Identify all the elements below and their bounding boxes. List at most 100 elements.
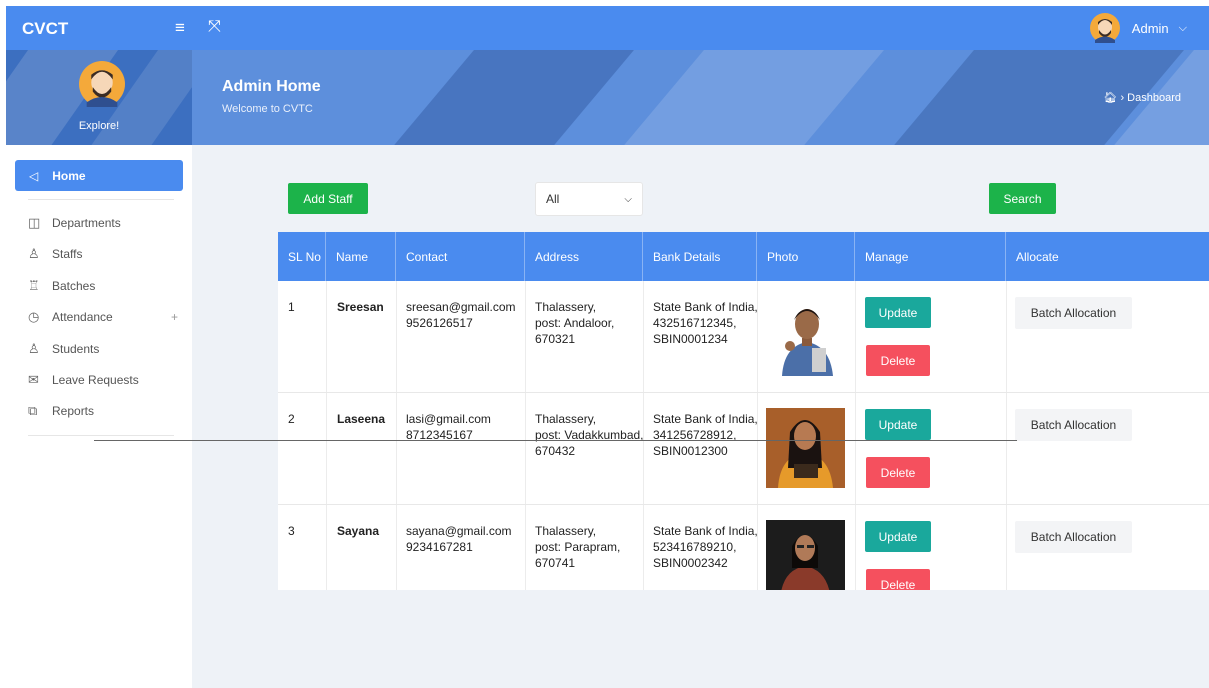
filter-value: All (546, 192, 560, 206)
address-line: 670321 (535, 332, 576, 346)
sidebar-item-departments[interactable]: ◫ Departments (28, 213, 178, 233)
main-content: Add Staff All ⌵ Search SL No Name Contac… (192, 145, 1209, 688)
col-bank-details: Bank Details (643, 232, 757, 281)
breadcrumb-separator: › (1120, 92, 1125, 104)
sidebar-item-label: Staffs (52, 247, 83, 261)
col-sl-no: SL No (278, 232, 326, 281)
sl-no: 1 (288, 300, 295, 314)
col-name: Name (326, 232, 396, 281)
sidebar-item-label: Leave Requests (52, 373, 139, 387)
user-icon: ♙ (28, 341, 40, 356)
address-line: Thalassery, (535, 524, 597, 538)
chevron-down-icon: ⌵ (1178, 21, 1187, 34)
sl-no: 2 (288, 412, 295, 426)
staff-name: Sayana (337, 524, 380, 538)
sidebar-item-label: Home (52, 168, 86, 183)
clock-icon: ◷ (28, 309, 40, 324)
address-line: Thalassery, (535, 412, 597, 426)
batch-allocation-button[interactable]: Batch Allocation (1015, 297, 1132, 329)
profile-avatar-icon (79, 61, 125, 107)
user-icon: ♙ (28, 246, 40, 261)
col-allocate: Allocate (1016, 249, 1059, 264)
bank-line: State Bank of India, (653, 524, 758, 538)
user-menu[interactable]: Admin ⌵ (1089, 13, 1187, 43)
mail-icon: ✉ (28, 372, 39, 387)
sidebar-item-label: Students (52, 342, 100, 356)
home-icon[interactable]: 🏠︎ (1103, 92, 1117, 104)
chevron-down-icon: ⌵ (624, 193, 632, 205)
sidebar-profile: Explore! (6, 50, 192, 145)
staff-name: Sreesan (337, 300, 384, 314)
expand-icon[interactable]: + (171, 310, 178, 324)
staff-photo (766, 520, 845, 590)
col-address: Address (525, 232, 643, 281)
col-photo: Photo (757, 232, 855, 281)
table-bottom-border (94, 440, 1017, 441)
breadcrumb: 🏠︎ › Dashboard (1103, 91, 1181, 104)
batch-allocation-button[interactable]: Batch Allocation (1015, 521, 1132, 553)
fullscreen-icon[interactable]: ⤧ (208, 18, 221, 36)
search-button[interactable]: Search (989, 183, 1056, 214)
sidebar: ◁ Home ◫ Departments ♙ Staffs ♖ Batches … (6, 145, 192, 688)
col-manage: Manage (855, 232, 1006, 281)
staff-phone: 9526126517 (406, 316, 473, 330)
batch-allocation-button[interactable]: Batch Allocation (1015, 409, 1132, 441)
bank-line: State Bank of India, (653, 412, 758, 426)
sidebar-item-label: Attendance (52, 310, 113, 324)
divider (28, 435, 174, 436)
staff-photo (768, 296, 847, 376)
bank-line: State Bank of India, (653, 300, 758, 314)
explore-label[interactable]: Explore! (6, 120, 192, 132)
layout-icon: ◫ (28, 215, 41, 230)
divider (28, 199, 174, 200)
page-header: Admin Home Welcome to CVTC 🏠︎ › Dashboar… (192, 50, 1209, 145)
sidebar-item-home[interactable]: ◁ Home (15, 160, 183, 191)
sidebar-item-attendance[interactable]: ◷ Attendance + (28, 307, 178, 327)
update-button[interactable]: Update (865, 297, 931, 328)
table-row: 2 Laseena lasi@gmail.com 8712345167 Thal… (278, 393, 1209, 505)
sidebar-item-label: Reports (52, 404, 95, 418)
sidebar-item-reports[interactable]: ⧉ Reports (28, 401, 178, 421)
sidebar-item-leave-requests[interactable]: ✉ Leave Requests (28, 370, 178, 390)
sidebar-item-students[interactable]: ♙ Students (28, 339, 178, 359)
avatar-icon (1089, 13, 1120, 43)
trophy-icon: ♖ (28, 278, 40, 293)
staff-email: sreesan@gmail.com (406, 300, 516, 314)
breadcrumb-dashboard[interactable]: Dashboard (1127, 92, 1181, 104)
address-line: post: Andaloor, (535, 316, 615, 330)
update-button[interactable]: Update (865, 521, 931, 552)
menu-icon[interactable]: ≡ (175, 18, 185, 38)
brand-logo[interactable]: CVCT (22, 19, 68, 39)
delete-button[interactable]: Delete (866, 345, 930, 376)
col-contact: Contact (396, 232, 525, 281)
top-bar: CVCT ≡ ⤧ Admin ⌵ (6, 6, 1209, 50)
report-icon: ⧉ (28, 403, 38, 418)
address-line: 670741 (535, 556, 576, 570)
sidebar-item-label: Batches (52, 279, 96, 293)
delete-button[interactable]: Delete (866, 569, 930, 590)
delete-button[interactable]: Delete (866, 457, 930, 488)
bank-line: SBIN0001234 (653, 332, 728, 346)
bank-line: SBIN0012300 (653, 444, 728, 458)
bank-line: SBIN0002342 (653, 556, 728, 570)
department-filter-select[interactable]: All ⌵ (535, 182, 643, 216)
staff-email: sayana@gmail.com (406, 524, 512, 538)
address-line: post: Parapram, (535, 540, 621, 554)
sidebar-item-batches[interactable]: ♖ Batches (28, 276, 178, 296)
table-row: 3 Sayana sayana@gmail.com 9234167281 Tha… (278, 505, 1209, 590)
update-button[interactable]: Update (865, 409, 931, 440)
staff-photo (766, 408, 845, 488)
page-title: Admin Home (222, 78, 321, 95)
bank-line: 432516712345, (653, 316, 737, 330)
table-row: 1 Sreesan sreesan@gmail.com 9526126517 T… (278, 281, 1209, 393)
page-subtitle: Welcome to CVTC (222, 103, 313, 115)
staff-phone: 9234167281 (406, 540, 473, 554)
sidebar-item-staffs[interactable]: ♙ Staffs (28, 244, 178, 264)
bank-line: 523416789210, (653, 540, 737, 554)
user-name: Admin (1131, 20, 1169, 36)
staff-table: SL No Name Contact Address Bank Details … (278, 232, 1209, 590)
megaphone-icon: ◁ (29, 168, 39, 183)
address-line: Thalassery, (535, 300, 597, 314)
add-staff-button[interactable]: Add Staff (288, 183, 368, 214)
staff-email: lasi@gmail.com (406, 412, 491, 426)
